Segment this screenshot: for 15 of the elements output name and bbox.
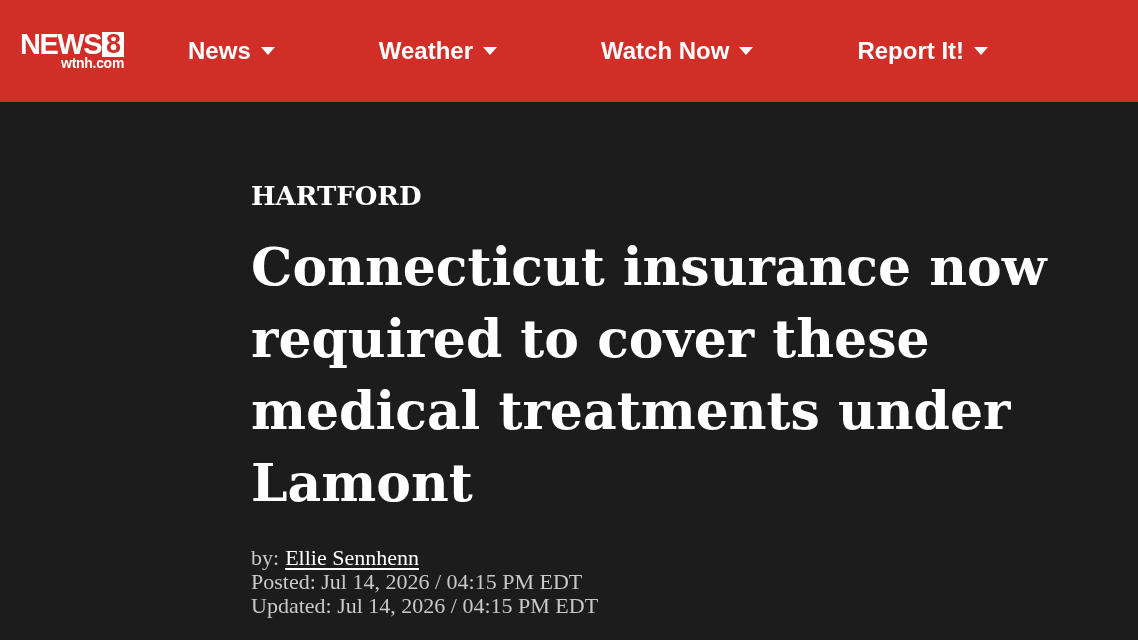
caret-icon: [739, 47, 754, 55]
author-link[interactable]: Ellie Sennhenn: [285, 546, 419, 570]
byline-label: by:: [251, 546, 280, 570]
nav-menu-button[interactable]: Report It!: [857, 36, 989, 66]
caret-icon: [483, 47, 497, 55]
nav-menu-button[interactable]: Watch Now: [601, 36, 754, 66]
section-label: HARTFORD: [251, 180, 423, 212]
headline: Connecticut insurance now required to cover these medical treatments under Lamont: [251, 235, 1049, 515]
caret-icon: [260, 47, 275, 55]
updated-date: Updated: Jul 14, 2026 / 04:15 PM EDT: [251, 594, 600, 618]
caret-icon: [974, 47, 989, 55]
nav-menu-button[interactable]: Weather: [378, 36, 497, 66]
site-logo[interactable]: NEWS 8 wtnh.com: [20, 32, 125, 70]
posted-date: Posted: Jul 14, 2026 / 04:15 PM EDT: [251, 570, 584, 594]
nav-menu-button[interactable]: News: [188, 36, 275, 66]
